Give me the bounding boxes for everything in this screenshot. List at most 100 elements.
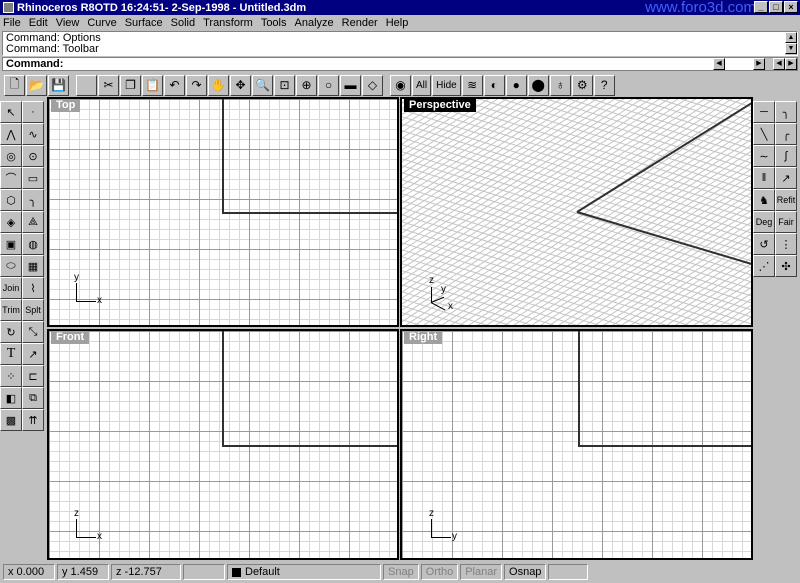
viewport-perspective[interactable]: Perspective z x y bbox=[400, 97, 753, 327]
layers-icon[interactable]: ≋ bbox=[461, 74, 483, 96]
extrude-icon[interactable]: ⇈ bbox=[22, 409, 44, 431]
circle-point-icon[interactable]: ⊙ bbox=[22, 145, 44, 167]
box-icon[interactable]: ▣ bbox=[0, 233, 22, 255]
sphere-icon[interactable]: ◍ bbox=[22, 233, 44, 255]
mirror-icon[interactable]: ⧉ bbox=[22, 387, 44, 409]
degree-button[interactable]: Deg bbox=[753, 211, 775, 233]
block-icon[interactable]: ◧ bbox=[0, 387, 22, 409]
point-icon[interactable]: · bbox=[22, 101, 44, 123]
zoom-dynamic-icon[interactable]: 🔍 bbox=[252, 74, 273, 96]
dimension-icon[interactable]: ↗ bbox=[22, 343, 44, 365]
wave-curve-icon[interactable]: ∼ bbox=[753, 145, 775, 167]
properties-icon[interactable]: ⚙ bbox=[571, 74, 593, 96]
hide-button[interactable]: Hide bbox=[432, 74, 461, 96]
history-scrollbar[interactable]: ▲ ▼ bbox=[785, 32, 797, 55]
status-layer[interactable]: Default bbox=[227, 564, 381, 580]
menu-render[interactable]: Render bbox=[342, 17, 378, 29]
menu-edit[interactable]: Edit bbox=[29, 17, 48, 29]
scroll-right-icon[interactable]: ▶ bbox=[753, 58, 765, 70]
loft-icon[interactable]: ⟁ bbox=[22, 211, 44, 233]
scroll-right-icon[interactable]: ▶ bbox=[785, 58, 797, 70]
array-icon[interactable]: ⁘ bbox=[0, 365, 22, 387]
construction-plane-icon[interactable]: ◇ bbox=[362, 74, 383, 96]
viewport-label-perspective[interactable]: Perspective bbox=[404, 99, 476, 112]
line-icon[interactable]: ─ bbox=[753, 101, 775, 123]
fair-button[interactable]: Fair bbox=[775, 211, 797, 233]
paste-icon[interactable]: 📋 bbox=[142, 74, 163, 96]
split-button[interactable]: Splt bbox=[22, 299, 44, 321]
move-arrows-icon[interactable]: ✥ bbox=[230, 74, 251, 96]
line-diagonal-icon[interactable]: ╲ bbox=[753, 123, 775, 145]
extend-icon[interactable]: ↗ bbox=[775, 167, 797, 189]
cut-scissors-icon[interactable]: ✂ bbox=[98, 74, 119, 96]
snap-toggle[interactable]: Snap bbox=[383, 564, 419, 580]
menu-file[interactable]: File bbox=[3, 17, 21, 29]
fillet-icon[interactable]: ╮ bbox=[22, 189, 44, 211]
polyline-icon[interactable]: ⋀ bbox=[0, 123, 22, 145]
zoom-selected-icon[interactable]: ○ bbox=[318, 74, 339, 96]
show-all-button[interactable]: All bbox=[412, 74, 432, 96]
circle-icon[interactable]: ◎ bbox=[0, 145, 22, 167]
offset-icon[interactable]: ⊏ bbox=[22, 365, 44, 387]
arc-icon[interactable]: ⌒ bbox=[0, 167, 22, 189]
car-render-icon[interactable]: ▬ bbox=[340, 74, 361, 96]
trim-button[interactable]: Trim bbox=[0, 299, 22, 321]
viewport-label-top[interactable]: Top bbox=[51, 99, 81, 112]
mesh-icon[interactable]: ▦ bbox=[22, 255, 44, 277]
rebuild-icon[interactable]: ↺ bbox=[753, 233, 775, 255]
undo-icon[interactable]: ↶ bbox=[164, 74, 185, 96]
refit-button[interactable]: Refit bbox=[775, 189, 797, 211]
ortho-toggle[interactable]: Ortho bbox=[420, 564, 459, 580]
menu-surface[interactable]: Surface bbox=[125, 17, 163, 29]
menu-help[interactable]: Help bbox=[386, 17, 409, 29]
scroll-up-icon[interactable]: ▲ bbox=[785, 32, 797, 43]
menu-transform[interactable]: Transform bbox=[203, 17, 253, 29]
osnap-toggle[interactable]: Osnap bbox=[504, 564, 547, 580]
s-curve-icon[interactable]: ʃ bbox=[775, 145, 797, 167]
maximize-button[interactable]: □ bbox=[769, 1, 783, 13]
minimize-button[interactable]: _ bbox=[754, 1, 768, 13]
explode-icon[interactable]: ⌇ bbox=[22, 277, 44, 299]
menu-curve[interactable]: Curve bbox=[87, 17, 116, 29]
menu-analyze[interactable]: Analyze bbox=[295, 17, 334, 29]
open-folder-icon[interactable]: 📂 bbox=[26, 74, 47, 96]
viewport-top[interactable]: Top y x bbox=[47, 97, 399, 327]
light-bulb-icon[interactable]: ♁ bbox=[549, 74, 571, 96]
zoom-extents-icon[interactable]: ⊕ bbox=[296, 74, 317, 96]
wireframe-sphere-icon[interactable]: ◐ bbox=[483, 74, 505, 96]
scale-icon[interactable]: ⤡ bbox=[22, 321, 44, 343]
polygon-icon[interactable]: ⬡ bbox=[0, 189, 22, 211]
control-points-icon[interactable]: ⋰ bbox=[753, 255, 775, 277]
parallel-icon[interactable]: ‖ bbox=[753, 167, 775, 189]
curve-icon[interactable]: ∿ bbox=[22, 123, 44, 145]
scroll-left-icon[interactable]: ◀ bbox=[773, 58, 785, 70]
cylinder-icon[interactable]: ⬭ bbox=[0, 255, 22, 277]
scroll-left-icon[interactable]: ◀ bbox=[713, 58, 725, 70]
blank-tool[interactable] bbox=[76, 74, 97, 96]
close-button[interactable]: × bbox=[784, 1, 798, 13]
eye-show-icon[interactable]: ◉ bbox=[390, 74, 411, 96]
rotate-icon[interactable]: ↻ bbox=[0, 321, 22, 343]
shaded-sphere-icon[interactable]: ● bbox=[505, 74, 527, 96]
menu-solid[interactable]: Solid bbox=[171, 17, 195, 29]
rectangle-icon[interactable]: ▭ bbox=[22, 167, 44, 189]
pan-hand-icon[interactable]: ✋ bbox=[208, 74, 229, 96]
rhino-app-icon[interactable] bbox=[3, 2, 14, 13]
rendered-sphere-icon[interactable]: ⬤ bbox=[527, 74, 549, 96]
planar-toggle[interactable]: Planar bbox=[460, 564, 503, 580]
viewport-right[interactable]: Right z y bbox=[400, 329, 753, 560]
redo-icon[interactable]: ↷ bbox=[186, 74, 207, 96]
point-cloud-icon[interactable]: ✣ bbox=[775, 255, 797, 277]
blend-curve-icon[interactable]: ╭ bbox=[775, 123, 797, 145]
command-line[interactable]: Command: ◀ ▶ ◀ ▶ bbox=[2, 57, 798, 71]
scroll-down-icon[interactable]: ▼ bbox=[785, 43, 797, 54]
curve-corner-icon[interactable]: ╮ bbox=[775, 101, 797, 123]
select-arrow-icon[interactable]: ↖ bbox=[0, 101, 22, 123]
points-align-icon[interactable]: ⋮ bbox=[775, 233, 797, 255]
viewport-front[interactable]: Front z x bbox=[47, 329, 399, 560]
viewport-label-front[interactable]: Front bbox=[51, 331, 90, 344]
walker-icon[interactable]: ♞ bbox=[753, 189, 775, 211]
new-file-icon[interactable]: 🗋 bbox=[4, 74, 25, 96]
zoom-window-icon[interactable]: ⊡ bbox=[274, 74, 295, 96]
save-disk-icon[interactable]: 💾 bbox=[48, 74, 69, 96]
